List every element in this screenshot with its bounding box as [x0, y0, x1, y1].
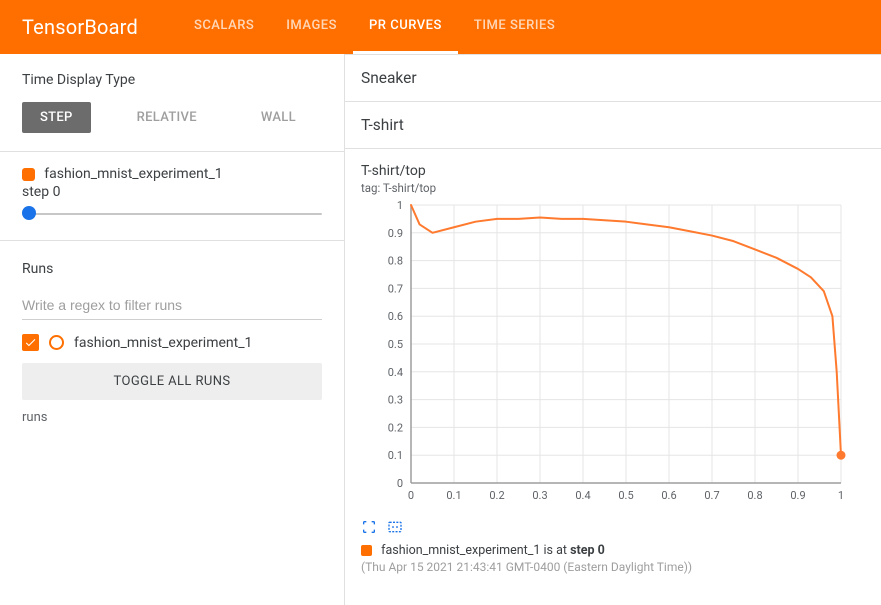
svg-text:0.2: 0.2 — [388, 421, 403, 434]
seg-wall[interactable]: WALL — [243, 102, 314, 133]
chart-title: T-shirt/top — [361, 163, 865, 179]
legend-step: step 0 — [570, 543, 605, 558]
time-display-title: Time Display Type — [22, 72, 322, 88]
main-content: Sneaker T-shirt T-shirt/top tag: T-shirt… — [345, 54, 881, 605]
svg-text:0.9: 0.9 — [790, 489, 805, 502]
runs-footer: runs — [22, 410, 322, 425]
svg-text:0.6: 0.6 — [388, 310, 403, 323]
step-slider[interactable] — [22, 206, 322, 220]
svg-text:0.8: 0.8 — [388, 255, 403, 268]
chart-toolbar — [361, 519, 865, 535]
runs-title: Runs — [22, 261, 322, 277]
sidebar: Time Display Type STEP RELATIVE WALL fas… — [0, 54, 345, 605]
svg-text:0.9: 0.9 — [388, 227, 403, 240]
legend-mid: is at — [544, 543, 571, 558]
run-color-swatch — [22, 168, 35, 181]
app-brand: TensorBoard — [22, 15, 138, 39]
chart-timestamp: (Thu Apr 15 2021 21:43:41 GMT-0400 (East… — [361, 560, 865, 574]
time-display-seg: STEP RELATIVE WALL — [22, 102, 322, 133]
svg-text:1: 1 — [838, 489, 844, 502]
run-name: fashion_mnist_experiment_1 — [44, 166, 222, 182]
tab-scalars[interactable]: SCALARS — [178, 0, 270, 54]
svg-text:0.4: 0.4 — [388, 366, 403, 379]
run-checkbox[interactable] — [22, 334, 39, 351]
run-item[interactable]: fashion_mnist_experiment_1 — [22, 334, 322, 351]
svg-text:0.1: 0.1 — [446, 489, 461, 502]
tab-images[interactable]: IMAGES — [270, 0, 353, 54]
chart-legend: fashion_mnist_experiment_1 is at step 0 — [361, 543, 865, 558]
card-tshirt[interactable]: T-shirt — [345, 102, 881, 149]
check-icon — [24, 336, 37, 349]
svg-text:0.6: 0.6 — [661, 489, 676, 502]
run-item-label: fashion_mnist_experiment_1 — [74, 335, 252, 351]
svg-text:0.3: 0.3 — [388, 394, 403, 407]
tab-time-series[interactable]: TIME SERIES — [458, 0, 571, 54]
fit-domain-icon[interactable] — [387, 519, 403, 535]
seg-relative[interactable]: RELATIVE — [119, 102, 215, 133]
svg-text:1: 1 — [397, 199, 403, 212]
svg-text:0.2: 0.2 — [489, 489, 504, 502]
run-header: fashion_mnist_experiment_1 — [22, 166, 322, 182]
svg-text:0.1: 0.1 — [388, 449, 403, 462]
seg-step[interactable]: STEP — [22, 102, 91, 133]
runs-block: Runs fashion_mnist_experiment_1 TOGGLE A… — [0, 241, 344, 445]
tab-pr-curves[interactable]: PR CURVES — [353, 0, 458, 54]
toggle-all-runs-button[interactable]: TOGGLE ALL RUNS — [22, 363, 322, 400]
header-tabs: SCALARS IMAGES PR CURVES TIME SERIES — [178, 0, 571, 54]
card-sneaker[interactable]: Sneaker — [345, 55, 881, 102]
svg-text:0.5: 0.5 — [618, 489, 633, 502]
time-display-block: Time Display Type STEP RELATIVE WALL — [0, 54, 344, 152]
pr-curve-chart[interactable]: 0 0.1 0.2 0.3 0.4 0.5 0.6 0.7 0.8 0.9 1 0 0.1 0.2 0.3 0… — [361, 199, 851, 509]
svg-text:0.5: 0.5 — [388, 338, 403, 351]
svg-text:0.7: 0.7 — [388, 282, 403, 295]
runs-filter-input[interactable] — [22, 295, 322, 320]
app-header: TensorBoard SCALARS IMAGES PR CURVES TIM… — [0, 0, 881, 54]
slider-thumb[interactable] — [22, 206, 36, 220]
chart-panel: T-shirt/top tag: T-shirt/top 00.10.20.30… — [345, 149, 881, 588]
run-slider-block: fashion_mnist_experiment_1 step 0 — [0, 152, 344, 241]
legend-run-name: fashion_mnist_experiment_1 — [381, 543, 540, 558]
svg-text:0.4: 0.4 — [575, 489, 590, 502]
svg-text:0.8: 0.8 — [747, 489, 762, 502]
step-label: step 0 — [22, 184, 322, 200]
svg-text:0: 0 — [397, 477, 403, 490]
svg-text:0.7: 0.7 — [704, 489, 719, 502]
fullscreen-icon[interactable] — [361, 519, 377, 535]
chart-subtitle: tag: T-shirt/top — [361, 181, 865, 195]
run-color-circle — [49, 335, 64, 350]
svg-text:0: 0 — [408, 489, 414, 502]
svg-text:0.3: 0.3 — [532, 489, 547, 502]
legend-swatch — [361, 545, 372, 556]
